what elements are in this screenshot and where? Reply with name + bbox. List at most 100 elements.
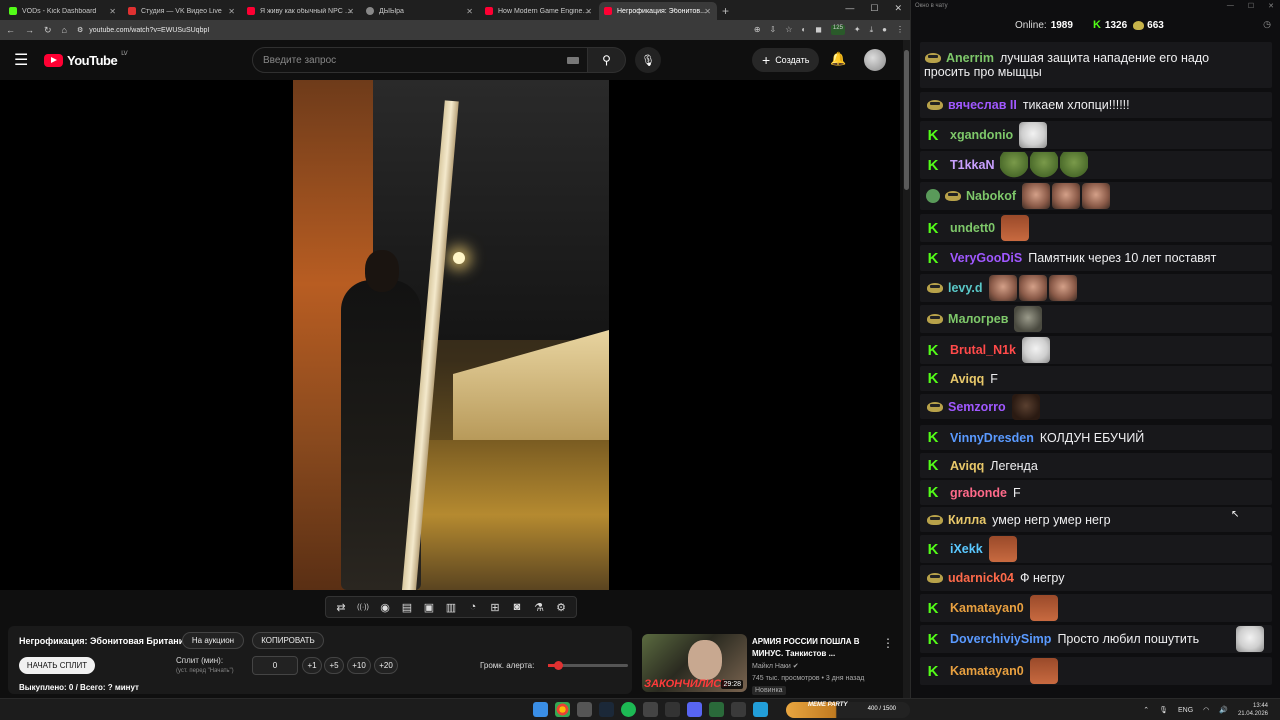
scrollbar-thumb[interactable] — [904, 50, 909, 190]
chat-username[interactable]: Brutal_N1k — [950, 343, 1016, 357]
close-icon[interactable]: ✕ — [1268, 2, 1274, 10]
chat-username[interactable]: Anerrim — [946, 51, 994, 65]
increment-20-button[interactable]: +20 — [374, 657, 398, 674]
alert-volume-slider[interactable] — [548, 661, 628, 670]
page-scrollbar[interactable] — [903, 40, 910, 698]
download-icon[interactable]: ⤓ — [870, 25, 874, 35]
chat-username[interactable]: iXekk — [950, 542, 983, 556]
avatar[interactable] — [864, 49, 886, 71]
split-minutes-input[interactable]: 0 — [252, 656, 298, 675]
increment-1-button[interactable]: +1 — [302, 657, 322, 674]
recommended-title[interactable]: АРМИЯ РОССИИ ПОШЛА В МИНУС. Танкистов ..… — [752, 636, 882, 660]
app-icon[interactable] — [731, 702, 746, 717]
app-icon[interactable] — [643, 702, 658, 717]
chat-username[interactable]: Aviqq — [950, 372, 984, 386]
subtitles-icon[interactable]: ▥ — [443, 601, 459, 614]
camera-icon[interactable]: ◙ — [509, 601, 525, 613]
extension-icon[interactable]: ◐ — [801, 25, 806, 35]
copy-button[interactable]: КОПИРОВАТЬ — [252, 632, 324, 649]
speed-icon[interactable]: ◔ — [465, 601, 481, 613]
auction-button[interactable]: На аукцион — [182, 632, 244, 649]
minimize-icon[interactable]: — — [845, 3, 854, 14]
profile-icon[interactable]: ● — [882, 25, 887, 35]
chat-username[interactable]: undett0 — [950, 221, 995, 235]
youtube-logo[interactable]: YouTube LV — [44, 51, 128, 68]
chat-username[interactable]: Малогрев — [948, 312, 1008, 326]
alert-volume-knob[interactable] — [553, 661, 563, 670]
settings-icon[interactable]: ⚙ — [553, 601, 569, 614]
chat-username[interactable]: levy.d — [948, 281, 983, 295]
wifi-icon[interactable]: ◠ — [1203, 706, 1209, 714]
tab-close-icon[interactable]: ✕ — [109, 7, 116, 16]
increment-5-button[interactable]: +5 — [324, 657, 344, 674]
menu-dots-icon[interactable]: ⋮ — [896, 25, 904, 35]
search-input[interactable]: Введите запрос — [252, 47, 588, 73]
clapper-icon[interactable]: ▤ — [399, 601, 415, 614]
spotify-icon[interactable] — [621, 702, 636, 717]
tab-close-icon[interactable]: ✕ — [704, 7, 711, 16]
chevron-up-icon[interactable]: ⌃ — [1143, 706, 1149, 714]
chat-username[interactable]: Semzorro — [948, 400, 1006, 414]
url-field[interactable]: ⚙ youtube.com/watch?v=EWUSuSUqbpI — [77, 26, 637, 35]
chat-username[interactable]: DoverchiviySimp — [950, 632, 1051, 646]
reload-icon[interactable]: ↻ — [44, 25, 52, 36]
app-icon[interactable] — [709, 702, 724, 717]
clock[interactable]: 13:44 21.04.2026 — [1238, 702, 1268, 718]
flask-icon[interactable]: ⚗ — [531, 601, 547, 614]
language-indicator[interactable]: ENG — [1178, 707, 1193, 714]
close-icon[interactable]: ✕ — [894, 3, 902, 14]
chat-username[interactable]: VeryGooDiS — [950, 251, 1022, 265]
maximize-icon[interactable]: ☐ — [870, 3, 878, 14]
keyboard-icon[interactable] — [567, 56, 579, 64]
create-button[interactable]: + Создать — [752, 48, 820, 72]
voice-search-button[interactable]: 🎙 — [635, 47, 661, 73]
recommended-thumbnail[interactable]: ЗАКОНЧИЛИСЬ 29:28 — [642, 634, 747, 692]
maximize-icon[interactable]: ☐ — [1248, 2, 1254, 10]
start-icon[interactable] — [533, 702, 548, 717]
eye-icon[interactable]: ◉ — [377, 601, 393, 614]
clip-icon[interactable]: ⊞ — [487, 601, 503, 614]
timer-icon[interactable]: ◷ — [1263, 19, 1271, 30]
chat-username[interactable]: Килла — [948, 513, 986, 527]
search-button[interactable]: ⚲ — [588, 47, 626, 73]
chat-username[interactable]: udarnick04 — [948, 571, 1014, 585]
extension-icon[interactable]: ◼ — [815, 25, 822, 35]
channel-name[interactable]: Майкл Наки ✔ — [752, 662, 799, 670]
install-icon[interactable]: ⇩ — [770, 25, 777, 35]
folder-icon[interactable] — [577, 702, 592, 717]
chat-username[interactable]: T1kkaN — [950, 158, 994, 172]
obs-icon[interactable] — [665, 702, 680, 717]
loop-icon[interactable]: ⇄ — [333, 601, 349, 614]
notifications-bell-icon[interactable]: 🔔 — [830, 51, 846, 67]
tab-close-icon[interactable]: ✕ — [347, 7, 354, 16]
back-icon[interactable]: ← — [6, 25, 15, 35]
forward-icon[interactable]: → — [25, 25, 34, 35]
recommended-video[interactable]: ЗАКОНЧИЛИСЬ 29:28 АРМИЯ РОССИИ ПОШЛА В М… — [642, 634, 900, 698]
chat-username[interactable]: grabonde — [950, 486, 1007, 500]
steam-icon[interactable] — [599, 702, 614, 717]
broadcast-icon[interactable]: ((·)) — [355, 604, 371, 611]
start-split-button[interactable]: НАЧАТЬ СПЛИТ — [19, 657, 95, 674]
site-info-icon[interactable]: ⚙ — [77, 26, 83, 34]
browser-tab[interactable]: ДЫЫра ✕ — [361, 2, 479, 20]
chrome-icon[interactable] — [555, 702, 570, 717]
bookmark-star-icon[interactable]: ☆ — [785, 25, 792, 35]
video-player[interactable] — [0, 80, 900, 590]
browser-tab[interactable]: Негрофикация: Эбонитов... ✕ — [599, 2, 717, 20]
microphone-icon[interactable]: 🎙 — [1159, 706, 1168, 714]
chat-username[interactable]: Nabokof — [966, 189, 1016, 203]
discord-icon[interactable] — [687, 702, 702, 717]
chat-username[interactable]: xgandonio — [950, 128, 1013, 142]
telegram-icon[interactable] — [753, 702, 768, 717]
chat-username[interactable]: Kamatayan0 — [950, 601, 1024, 615]
tab-close-icon[interactable]: ✕ — [585, 7, 592, 16]
minimize-icon[interactable]: — — [1227, 2, 1234, 10]
chat-username[interactable]: Aviqq — [950, 459, 984, 473]
pip-icon[interactable]: ▣ — [421, 601, 437, 614]
zoom-icon[interactable]: ⊕ — [754, 25, 761, 35]
video-frame[interactable] — [293, 80, 609, 590]
browser-tab[interactable]: VODs - Kick Dashboard ✕ — [4, 2, 122, 20]
extension-badge[interactable]: 125 — [830, 25, 845, 35]
chat-username[interactable]: VinnyDresden — [950, 431, 1034, 445]
home-icon[interactable]: ⌂ — [62, 25, 67, 35]
